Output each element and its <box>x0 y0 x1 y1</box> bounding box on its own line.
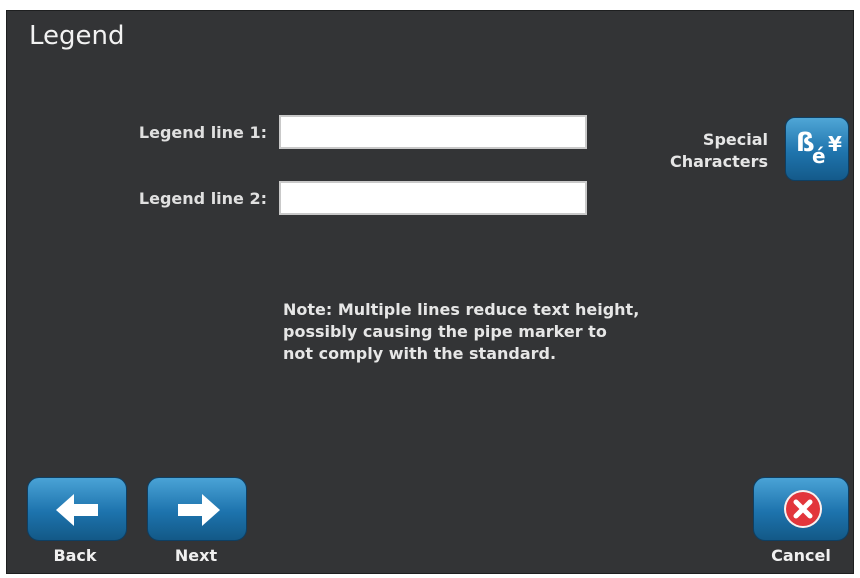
close-icon <box>793 499 813 519</box>
special-characters-button[interactable]: ß é ¥ <box>785 117 849 181</box>
cancel-button[interactable] <box>753 477 849 541</box>
legend-screen: Legend Legend line 1: Legend line 2: Spe… <box>6 10 854 574</box>
note-line-2: possibly causing the pipe marker to <box>283 322 607 341</box>
back-label: Back <box>53 546 97 565</box>
legend-line-2-input[interactable] <box>279 181 587 215</box>
special-label-line1: Special <box>702 130 768 149</box>
legend-line-1-input[interactable] <box>279 115 587 149</box>
special-characters-label: Special Characters <box>670 129 768 173</box>
cancel-label: Cancel <box>771 546 831 565</box>
arrow-right-icon <box>178 494 220 526</box>
back-button[interactable] <box>27 477 127 541</box>
next-label: Next <box>174 546 218 565</box>
cancel-circle-icon <box>784 490 822 528</box>
legend-line-1-label: Legend line 1: <box>138 123 267 142</box>
legend-line-2-label: Legend line 2: <box>138 189 267 208</box>
arrow-left-icon <box>56 494 98 526</box>
note-line-3: not comply with the standard. <box>283 344 557 363</box>
note-text: Note: Multiple lines reduce text height,… <box>283 299 663 365</box>
special-label-line2: Characters <box>669 152 768 171</box>
special-char-yen-glyph: ¥ <box>828 132 842 156</box>
next-button[interactable] <box>147 477 247 541</box>
special-char-e-acute-glyph: é <box>812 144 826 168</box>
page-title: Legend <box>29 21 125 51</box>
note-line-1: Note: Multiple lines reduce text height, <box>283 300 640 319</box>
